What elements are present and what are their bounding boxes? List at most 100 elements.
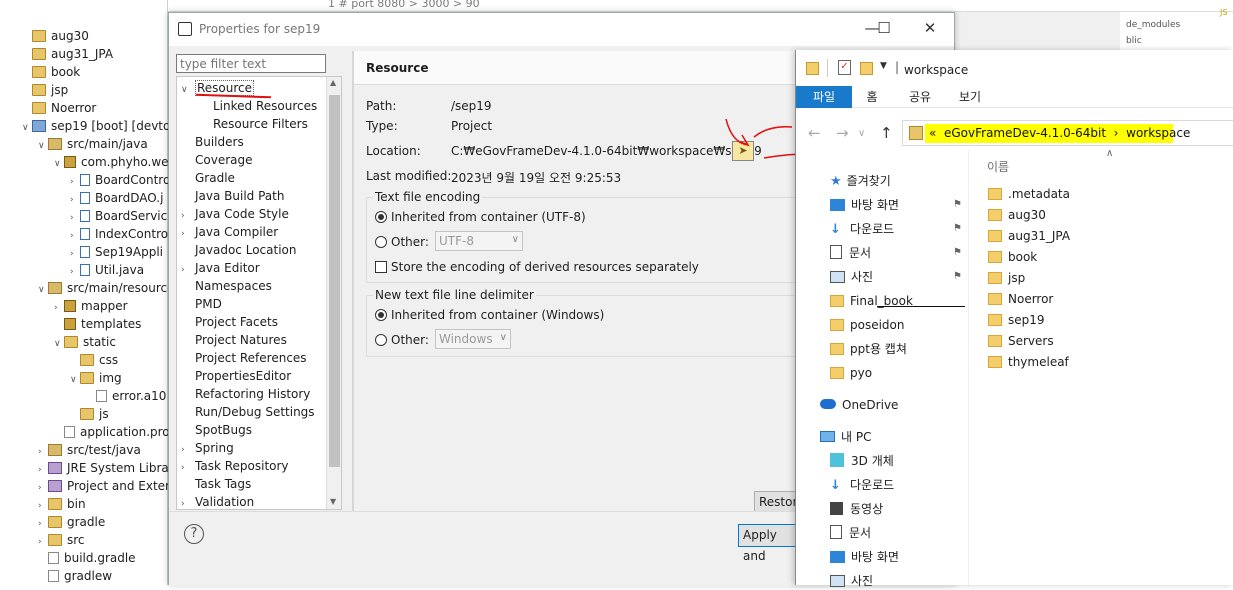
file-item[interactable]: sep19 (988, 311, 1045, 329)
category-item[interactable]: Project Natures (181, 331, 287, 349)
tab-file[interactable]: 파일 (796, 86, 852, 108)
category-item[interactable]: › Java Code Style (181, 205, 289, 223)
nav-item[interactable]: 내 PC (820, 428, 970, 446)
tree-item[interactable]: ∨ src/main/resource (38, 279, 175, 297)
category-item[interactable]: Javadoc Location (181, 241, 296, 259)
tree-item[interactable]: › IndexContro (70, 225, 168, 243)
tree-item[interactable]: › bin (38, 495, 86, 513)
category-item[interactable]: SpotBugs (181, 421, 252, 439)
nav-item[interactable]: 바탕 화면 (830, 548, 970, 566)
nav-item[interactable]: OneDrive (820, 396, 970, 414)
category-item[interactable]: Gradle (181, 169, 235, 187)
tree-item[interactable]: aug31_JPA (22, 45, 113, 63)
category-scrollbar[interactable]: ▲ ▼ (326, 77, 341, 509)
nav-item[interactable]: 사진 ⚑ (830, 268, 970, 286)
tree-item[interactable]: › gradle (38, 513, 105, 531)
tree-item[interactable]: ∨ src/main/java (38, 135, 148, 153)
tree-item[interactable]: gradlew (38, 567, 112, 585)
tree-item[interactable]: › mapper (54, 297, 128, 315)
category-item[interactable]: Resource Filters (199, 115, 308, 133)
maximize-icon[interactable]: ☐ (869, 19, 899, 37)
tree-item[interactable]: css (70, 351, 118, 369)
expander-icon[interactable]: ∨ (54, 335, 64, 353)
tree-item[interactable]: templates (54, 315, 141, 333)
checkbox-icon[interactable] (375, 261, 387, 273)
radio-selected-icon[interactable] (375, 309, 387, 321)
tree-item[interactable]: book (22, 63, 80, 81)
category-item[interactable]: Namespaces (181, 277, 272, 295)
tree-item[interactable]: › JRE System Librar (38, 459, 174, 477)
nav-item[interactable]: Final_book (830, 292, 970, 310)
tree-item[interactable]: › src/test/java (38, 441, 141, 459)
tree-item[interactable]: build.gradle (38, 549, 136, 567)
category-item[interactable]: Linked Resources (199, 97, 317, 115)
nav-item[interactable]: 문서 (830, 524, 970, 542)
nav-item[interactable]: ↓ 다운로드 (830, 476, 970, 494)
file-item[interactable]: book (988, 248, 1037, 266)
file-item[interactable]: Servers (988, 332, 1054, 350)
nav-item[interactable]: 사진 (830, 572, 970, 590)
category-item[interactable]: Project Facets (181, 313, 278, 331)
nav-item[interactable]: poseidon (830, 316, 970, 334)
category-item[interactable]: PropertiesEditor (181, 367, 291, 385)
delimiter-select[interactable]: Windows ∨ (435, 329, 511, 349)
expander-icon[interactable]: ∨ (38, 281, 48, 299)
tree-item[interactable]: › BoardContro (70, 171, 170, 189)
tree-item[interactable]: › BoardServic (70, 207, 167, 225)
delimiter-inherited-radio[interactable]: Inherited from container (Windows) (375, 308, 604, 322)
expander-icon[interactable]: › (181, 495, 195, 509)
file-item[interactable]: aug30 (988, 206, 1046, 224)
close-icon[interactable]: ✕ (915, 19, 945, 37)
tab-view[interactable]: 보기 (950, 88, 990, 108)
forward-arrow-icon[interactable]: → (836, 124, 849, 142)
address-bar[interactable]: « eGovFrameDev-4.1.0-64bit › workspace (902, 120, 1233, 146)
encoding-derived-checkbox[interactable]: Store the encoding of derived resources … (375, 260, 699, 274)
category-item[interactable]: Task Tags (181, 475, 251, 493)
scrollbar-thumb[interactable] (329, 95, 340, 467)
tree-item[interactable]: ∨ img (70, 369, 122, 387)
encoding-select[interactable]: UTF-8 ∨ (435, 231, 523, 251)
tree-item[interactable]: › src (38, 531, 85, 549)
tab-share[interactable]: 공유 (900, 88, 940, 108)
tree-item[interactable]: ∨ static (54, 333, 116, 351)
recent-chevron-icon[interactable]: ∨ (858, 128, 865, 139)
radio-selected-icon[interactable] (375, 211, 387, 223)
category-item[interactable]: › Java Compiler (181, 223, 278, 241)
expander-icon[interactable]: ∨ (181, 81, 195, 99)
encoding-other-radio[interactable]: Other: (375, 235, 429, 249)
customize-toolbar-icon[interactable]: ▼ (880, 61, 887, 71)
expander-icon[interactable]: ∨ (70, 371, 80, 389)
category-item[interactable]: › Java Editor (181, 259, 260, 277)
file-item[interactable]: .metadata (988, 185, 1070, 203)
expander-icon[interactable]: ∨ (54, 155, 64, 173)
tree-item[interactable]: › Sep19Appli (70, 243, 163, 261)
tree-item[interactable]: aug30 (22, 27, 89, 45)
help-icon[interactable]: ? (184, 524, 204, 544)
up-arrow-icon[interactable]: ↑ (880, 124, 893, 142)
pin-icon[interactable]: ⚑ (953, 244, 962, 262)
category-item[interactable]: › Spring (181, 439, 234, 457)
nav-item[interactable]: ppt용 캡쳐 (830, 340, 970, 358)
tree-item[interactable]: › Project and Extern (38, 477, 177, 495)
tree-item[interactable]: Noerror (22, 99, 96, 117)
expander-icon[interactable]: ∨ (38, 137, 48, 155)
file-item[interactable]: jsp (988, 269, 1025, 287)
radio-icon[interactable] (375, 334, 387, 346)
scroll-down-icon[interactable]: ▼ (330, 497, 336, 506)
radio-icon[interactable] (375, 236, 387, 248)
nav-item[interactable]: ★ 즐겨찾기 (830, 172, 970, 190)
pin-icon[interactable]: ⚑ (953, 196, 962, 214)
tree-item[interactable]: › BoardDAO.j (70, 189, 163, 207)
nav-item[interactable]: 바탕 화면 ⚑ (830, 196, 970, 214)
apply-and-close-button[interactable]: Apply and (738, 524, 798, 563)
category-item[interactable]: Builders (181, 133, 244, 151)
column-header-name[interactable]: 이름 (987, 158, 1009, 175)
category-item[interactable]: › Task Repository (181, 457, 289, 475)
properties-check-icon[interactable]: ✓ (838, 60, 851, 75)
file-item[interactable]: Noerror (988, 290, 1053, 308)
expander-icon[interactable]: ∨ (22, 119, 32, 137)
tree-item[interactable]: js (70, 405, 109, 423)
pin-icon[interactable]: ⚑ (953, 220, 962, 238)
nav-item[interactable]: 문서 ⚑ (830, 244, 970, 262)
category-item[interactable]: PMD (181, 295, 222, 313)
